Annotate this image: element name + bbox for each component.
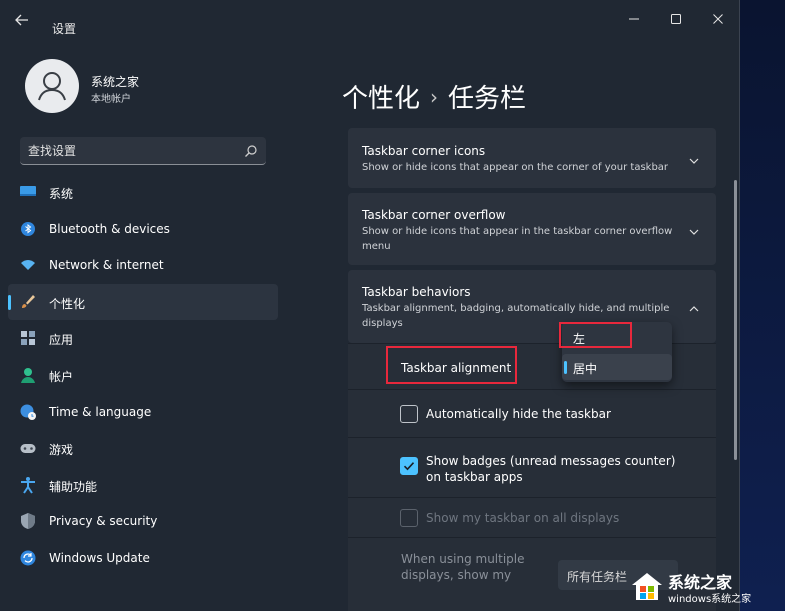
active-indicator bbox=[8, 294, 11, 310]
sidebar-item-apps[interactable]: 应用 bbox=[8, 320, 278, 357]
sidebar-item-label: Privacy & security bbox=[49, 514, 158, 529]
multi-display-label-line2: displays, show my bbox=[401, 568, 512, 582]
app-title: 设置 bbox=[52, 22, 77, 36]
globe-clock-icon bbox=[19, 403, 37, 421]
avatar[interactable] bbox=[25, 59, 79, 113]
badges-label-line2: on taskbar apps bbox=[426, 470, 523, 484]
bluetooth-icon bbox=[19, 220, 37, 238]
monitor-icon bbox=[19, 183, 37, 201]
card-taskbar-corner-overflow[interactable]: Taskbar corner overflow Show or hide ico… bbox=[348, 193, 716, 265]
chevron-up-icon[interactable] bbox=[688, 300, 700, 312]
auto-hide-label: Automatically hide the taskbar bbox=[426, 407, 611, 421]
gamepad-icon bbox=[19, 439, 37, 457]
sidebar-item-label: Bluetooth & devices bbox=[49, 221, 170, 236]
sidebar-item-privacy[interactable]: Privacy & security bbox=[8, 503, 278, 540]
row-show-badges[interactable]: Show badges (unread messages counter) on… bbox=[348, 437, 716, 497]
row-auto-hide[interactable]: Automatically hide the taskbar bbox=[348, 389, 716, 437]
accessibility-icon bbox=[19, 476, 37, 494]
auto-hide-checkbox[interactable] bbox=[400, 405, 418, 423]
multi-display-value: 所有任务栏 bbox=[567, 570, 628, 584]
wifi-icon bbox=[19, 256, 37, 274]
sidebar-item-accounts[interactable]: 帐户 bbox=[8, 357, 278, 394]
search-box[interactable] bbox=[20, 137, 266, 165]
badges-label: Show badges (unread messages counter) on… bbox=[426, 453, 675, 485]
maximize-button[interactable] bbox=[658, 10, 694, 32]
breadcrumb-separator: › bbox=[430, 85, 439, 109]
sidebar-item-time-language[interactable]: Time & language bbox=[8, 394, 278, 431]
update-icon bbox=[19, 549, 37, 567]
row-all-displays: Show my taskbar on all displays bbox=[348, 497, 716, 537]
badges-label-line1: Show badges (unread messages counter) bbox=[426, 454, 676, 468]
scrollbar[interactable] bbox=[734, 180, 737, 460]
chevron-down-icon[interactable] bbox=[688, 152, 700, 164]
multi-display-label: When using multiple displays, show my bbox=[401, 551, 525, 583]
brush-icon bbox=[19, 293, 37, 311]
minimize-icon bbox=[629, 18, 639, 20]
sidebar-item-label: 游戏 bbox=[49, 443, 74, 458]
chevron-down-icon[interactable] bbox=[688, 223, 700, 235]
sidebar-item-label: 个性化 bbox=[49, 296, 86, 311]
card-title: Taskbar corner icons bbox=[362, 144, 486, 158]
sidebar-item-label: Network & internet bbox=[49, 258, 164, 273]
watermark: 系统之家 windows系统之家 bbox=[626, 566, 781, 608]
card-description: Show or hide icons that appear on the co… bbox=[362, 162, 669, 173]
breadcrumb: 个性化 › 任务栏 bbox=[342, 78, 526, 115]
sidebar-item-label: 辅助功能 bbox=[49, 479, 98, 494]
apps-icon bbox=[19, 329, 37, 347]
card-description: Show or hide icons that appear in the ta… bbox=[362, 226, 673, 252]
maximize-icon bbox=[671, 14, 681, 24]
sidebar-item-personalization[interactable]: 个性化 bbox=[8, 283, 278, 321]
sidebar-item-accessibility[interactable]: 辅助功能 bbox=[8, 467, 278, 504]
watermark-site: windows系统之家 bbox=[668, 594, 752, 605]
house-logo-icon bbox=[632, 573, 662, 600]
selected-indicator bbox=[564, 361, 567, 374]
settings-window: 设置 系统之家 本地帐户 系统 Bluetooth & devices bbox=[0, 0, 740, 611]
all-displays-checkbox[interactable] bbox=[400, 509, 418, 527]
account-type: 本地帐户 bbox=[91, 94, 131, 105]
sidebar-item-label: 应用 bbox=[49, 333, 74, 348]
page-title: 任务栏 bbox=[448, 84, 527, 114]
back-button[interactable] bbox=[14, 12, 38, 30]
multi-display-label-line1: When using multiple bbox=[401, 552, 525, 566]
person-icon bbox=[19, 366, 37, 384]
sidebar-item-label: Windows Update bbox=[49, 550, 150, 565]
card-taskbar-corner-icons[interactable]: Taskbar corner icons Show or hide icons … bbox=[348, 128, 716, 188]
alignment-option-center[interactable]: 居中 bbox=[562, 354, 672, 380]
sidebar-item-label: 系统 bbox=[49, 187, 74, 201]
sidebar-item-system[interactable]: 系统 bbox=[8, 174, 278, 211]
search-input[interactable] bbox=[28, 141, 228, 161]
sidebar-item-bluetooth[interactable]: Bluetooth & devices bbox=[8, 211, 278, 248]
close-icon bbox=[713, 14, 723, 24]
sidebar-item-label: Time & language bbox=[49, 404, 152, 419]
card-title: Taskbar corner overflow bbox=[362, 208, 506, 222]
title-bar: 设置 bbox=[0, 0, 739, 40]
highlight-box-alignment-label bbox=[386, 346, 517, 384]
person-icon bbox=[38, 72, 66, 101]
sidebar-item-label: 帐户 bbox=[49, 369, 74, 384]
minimize-button[interactable] bbox=[616, 10, 652, 32]
arrow-left-icon bbox=[15, 14, 28, 26]
search-icon[interactable] bbox=[244, 143, 260, 159]
sidebar-item-network[interactable]: Network & internet bbox=[8, 247, 278, 284]
shield-icon bbox=[19, 512, 37, 530]
account-name: 系统之家 bbox=[91, 75, 140, 89]
sidebar-item-gaming[interactable]: 游戏 bbox=[8, 430, 278, 467]
checkmark-icon bbox=[403, 462, 415, 471]
breadcrumb-parent[interactable]: 个性化 bbox=[342, 84, 420, 114]
all-displays-label: Show my taskbar on all displays bbox=[426, 511, 620, 525]
highlight-box-left-option bbox=[559, 322, 632, 348]
card-title: Taskbar behaviors bbox=[362, 285, 471, 299]
sidebar-item-windows-update[interactable]: Windows Update bbox=[8, 540, 278, 577]
close-button[interactable] bbox=[700, 10, 736, 32]
sidebar-nav: 系统 Bluetooth & devices Network & interne… bbox=[8, 174, 278, 577]
badges-checkbox[interactable] bbox=[400, 457, 418, 475]
